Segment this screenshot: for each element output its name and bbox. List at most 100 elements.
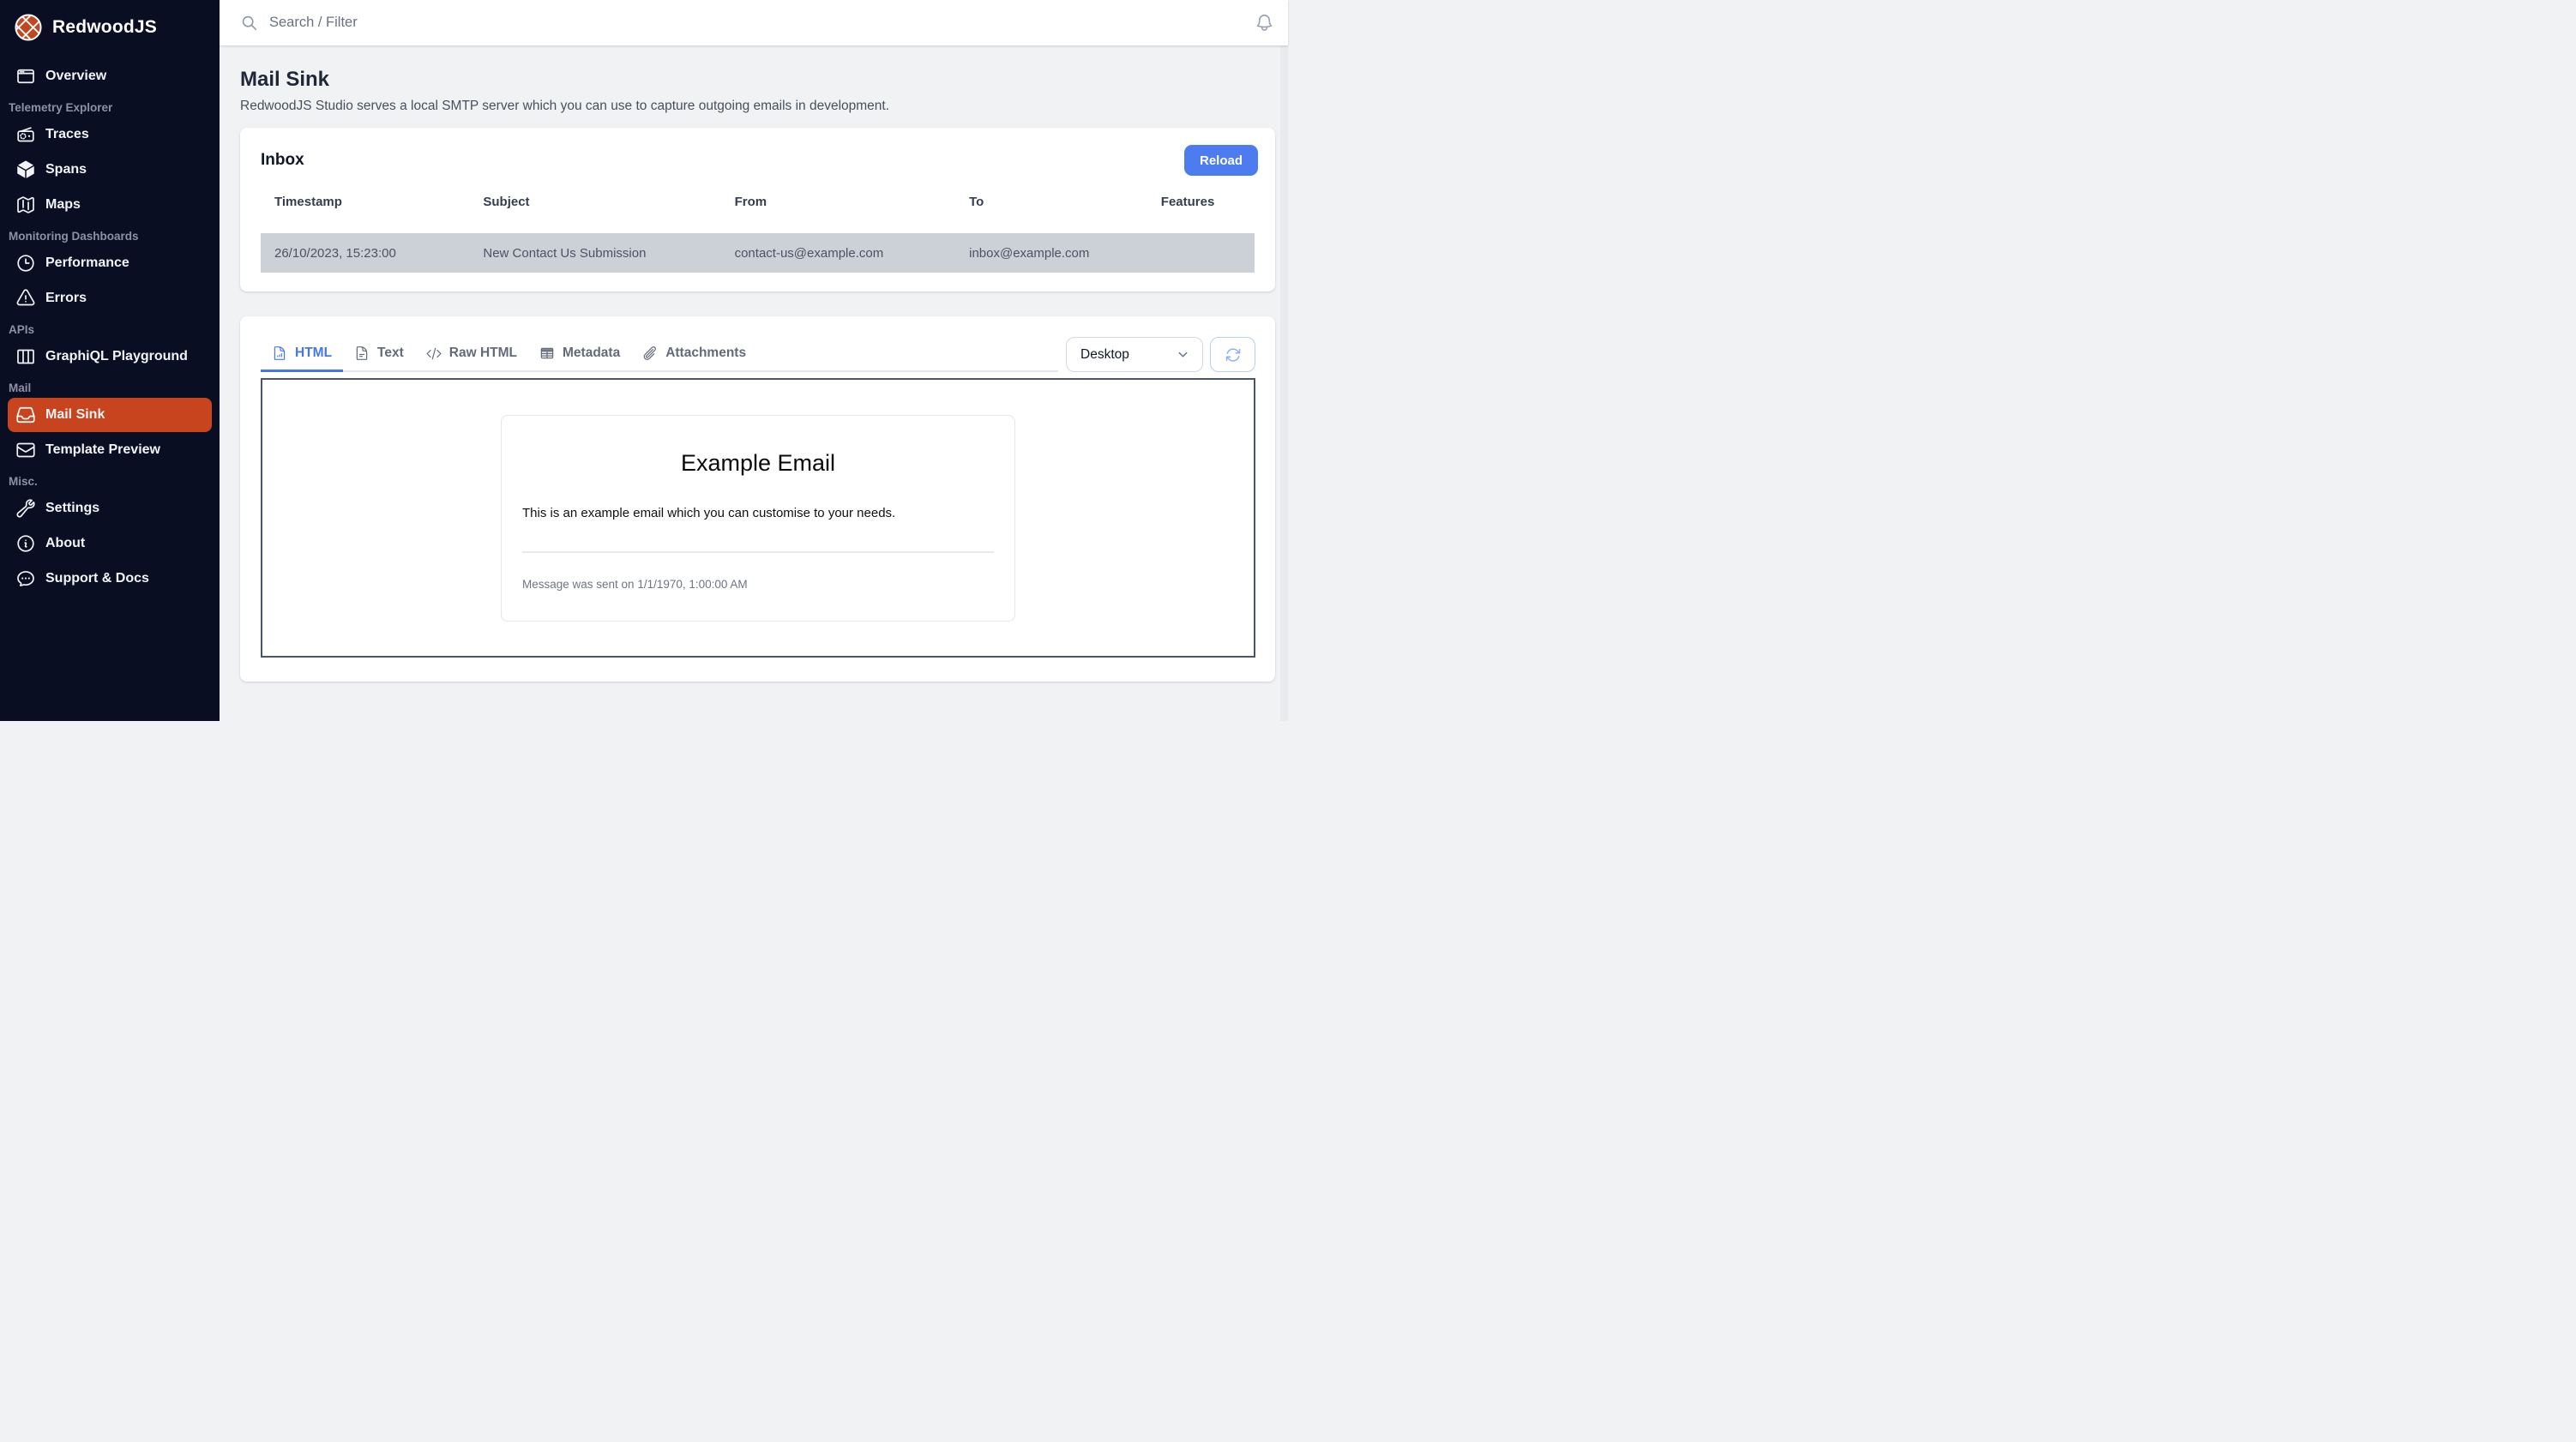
sidebar-section-telemetry: Telemetry Explorer [9,101,113,114]
inbox-table: Timestamp Subject From To Features 26/10… [261,176,1255,273]
tab-raw-html[interactable]: Raw HTML [415,337,528,372]
page-subtitle: RedwoodJS Studio serves a local SMTP ser… [240,99,890,113]
sidebar-item-graphiql[interactable]: GraphiQL Playground [8,339,212,374]
inbox-icon [16,406,35,424]
search-bar [240,14,1255,32]
email-preview-frame: Example Email This is an example email w… [261,378,1255,658]
sidebar-item-label: Traces [45,127,89,141]
tab-label: Attachments [665,345,747,360]
document-chart-icon [274,346,286,360]
content: Mail Sink RedwoodJS Studio serves a loca… [220,45,1288,721]
refresh-preview-button[interactable] [1210,337,1255,372]
sidebar-item-label: Template Preview [45,442,160,457]
cell-from: contact-us@example.com [734,245,884,261]
search-input[interactable] [269,15,1255,31]
email-body: This is an example email which you can c… [522,506,896,520]
tab-text[interactable]: Text [343,337,415,372]
device-select-value: Desktop [1080,346,1129,362]
sidebar-item-label: Support & Docs [45,571,149,586]
document-text-icon [356,346,368,360]
sidebar-section-mail: Mail [9,382,32,394]
warning-triangle-icon [16,289,35,306]
device-select[interactable]: Desktop [1066,337,1203,372]
columns-icon [17,349,34,364]
column-header-from: From [734,195,767,209]
tab-label: Text [377,345,404,360]
table-icon [540,347,554,359]
column-header-subject: Subject [483,195,530,209]
window-icon [17,69,34,84]
sidebar-item-label: Maps [45,197,81,212]
viewer-toolbar: HTML Text Raw HTML Metadata Attachments … [261,337,1255,372]
brand-name: RedwoodJS [52,17,157,37]
sidebar-item-label: About [45,536,86,550]
radio-icon [17,127,34,142]
refresh-icon [1225,347,1240,362]
tab-label: Raw HTML [448,345,517,360]
scrollbar-track[interactable] [1280,45,1288,721]
sidebar-section-monitoring: Monitoring Dashboards [9,230,139,243]
main-area: Mail Sink RedwoodJS Studio serves a loca… [220,0,1288,721]
bell-icon[interactable] [1255,13,1274,33]
sidebar-item-label: Errors [45,291,87,305]
email-preview-card: Example Email This is an example email w… [501,415,1015,622]
sidebar-item-traces[interactable]: Traces [8,117,212,152]
viewer-tabs: HTML Text Raw HTML Metadata Attachments [261,337,1058,372]
inbox-card: Inbox Reload Timestamp Subject From To F… [240,128,1275,291]
envelope-icon [16,442,35,458]
sidebar-item-settings[interactable]: Settings [8,491,212,526]
map-icon [17,196,34,213]
page-header: Mail Sink RedwoodJS Studio serves a loca… [240,68,1275,114]
page-title: Mail Sink [240,68,330,91]
email-title: Example Email [680,450,836,476]
info-circle-icon [17,535,34,552]
reload-button[interactable]: Reload [1183,145,1258,176]
search-icon [242,15,257,31]
chat-bubble-icon [17,571,34,586]
inbox-table-header: Timestamp Subject From To Features [261,176,1255,209]
sidebar-item-label: Mail Sink [45,407,105,422]
email-divider [522,551,994,553]
cell-to: inbox@example.com [969,245,1090,261]
sidebar-item-overview[interactable]: Overview [8,59,212,93]
sidebar-item-maps[interactable]: Maps [8,188,212,222]
sidebar-item-about[interactable]: About [8,526,212,561]
redwoodjs-logo-icon [15,14,42,41]
cell-timestamp: 26/10/2023, 15:23:00 [274,245,396,261]
wrench-icon [16,499,35,518]
sidebar-item-spans[interactable]: Spans [8,153,212,187]
tab-attachments[interactable]: Attachments [631,337,757,372]
sidebar-nav: Overview Telemetry Explorer Traces Spans [0,51,220,596]
tab-label: HTML [295,345,333,360]
cell-subject: New Contact Us Submission [483,245,647,261]
app-window: RedwoodJS Overview Telemetry Explorer Tr… [0,0,1288,721]
inbox-header: Inbox Reload [240,128,1275,176]
sidebar-item-label: Settings [45,501,100,515]
sidebar-item-label: GraphiQL Playground [45,349,188,364]
sidebar-item-errors[interactable]: Errors [8,281,212,315]
table-row[interactable]: 26/10/2023, 15:23:00 New Contact Us Subm… [261,233,1255,273]
sidebar-item-support-docs[interactable]: Support & Docs [8,562,212,596]
inbox-title: Inbox [261,151,304,169]
paperclip-icon [643,346,657,360]
column-header-features: Features [1160,195,1215,209]
tab-label: Metadata [563,345,621,360]
column-header-timestamp: Timestamp [274,195,342,209]
topbar [220,0,1288,45]
sidebar-item-label: Overview [45,69,107,83]
sidebar: RedwoodJS Overview Telemetry Explorer Tr… [0,0,220,721]
sidebar-item-label: Performance [45,255,129,270]
brand-logo[interactable]: RedwoodJS [0,0,220,51]
sidebar-item-performance[interactable]: Performance [8,246,212,280]
clock-icon [17,255,34,272]
cube-icon [17,160,34,178]
sidebar-item-mail-sink[interactable]: Mail Sink [8,398,212,432]
mail-viewer-card: HTML Text Raw HTML Metadata Attachments … [240,316,1275,682]
column-header-to: To [969,195,984,209]
sidebar-item-template-preview[interactable]: Template Preview [8,433,212,467]
tab-metadata[interactable]: Metadata [528,337,631,372]
email-sent-note: Message was sent on 1/1/1970, 1:00:00 AM [522,578,748,591]
sidebar-item-label: Spans [45,162,87,177]
tab-html[interactable]: HTML [261,337,344,372]
sidebar-section-misc: Misc. [9,475,38,488]
